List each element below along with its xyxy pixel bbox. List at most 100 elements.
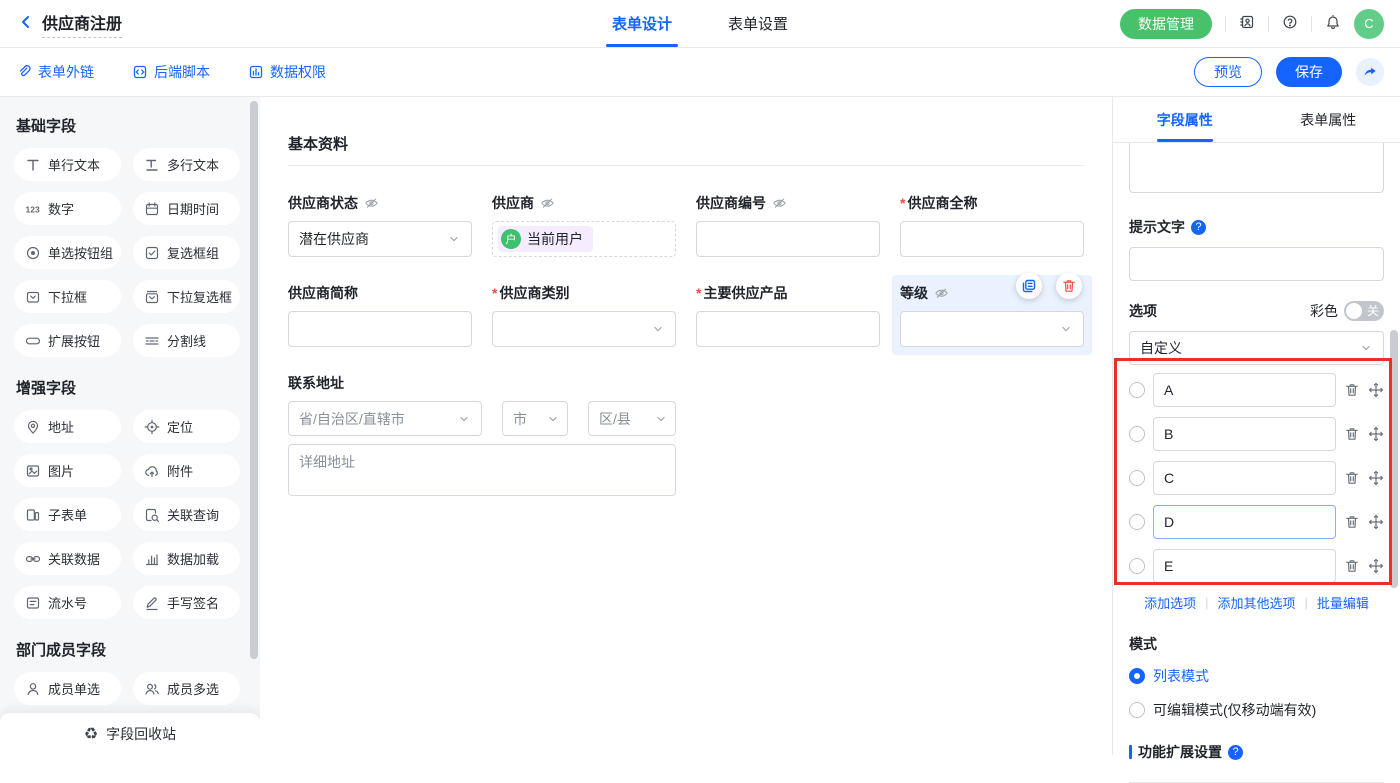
option-input[interactable]: C [1153, 461, 1336, 495]
field-input[interactable] [900, 221, 1084, 257]
color-toggle[interactable]: 关 [1344, 301, 1384, 321]
sidebar-item-location[interactable]: 定位 [133, 410, 240, 443]
tab-field-properties[interactable]: 字段属性 [1113, 97, 1257, 142]
tab-form-properties[interactable]: 表单属性 [1257, 97, 1400, 142]
sidebar-item-radio-group[interactable]: 单选按钮组 [14, 236, 121, 269]
move-option-handle[interactable] [1368, 514, 1384, 530]
move-option-handle[interactable] [1368, 470, 1384, 486]
tab-form-design[interactable]: 表单设计 [612, 0, 672, 47]
mode-option-list[interactable]: 列表模式 [1129, 666, 1384, 686]
sidebar-item-lookup[interactable]: 关联查询 [133, 498, 240, 531]
sidebar-item-number[interactable]: 123数字 [14, 192, 121, 225]
sidebar-item-attachment[interactable]: 附件 [133, 454, 240, 487]
option-input[interactable]: A [1153, 373, 1336, 407]
field-select[interactable] [900, 311, 1084, 347]
sidebar-item-date[interactable]: 日期时间 [133, 192, 240, 225]
option-input[interactable]: D [1153, 505, 1336, 539]
sidebar-item-linked-data[interactable]: 关联数据 [14, 542, 121, 575]
add-other-option-link[interactable]: 添加其他选项 [1217, 593, 1295, 612]
bell-icon[interactable] [1325, 14, 1341, 33]
canvas-field-7[interactable]: *主要供应产品 [696, 283, 880, 347]
city-select[interactable]: 市 [502, 401, 568, 436]
option-radio[interactable] [1129, 514, 1145, 530]
form-canvas[interactable]: 基本资料 供应商状态潜在供应商供应商户当前用户供应商编号*供应商全称供应商简称*… [260, 97, 1112, 755]
address-detail-textarea[interactable]: 详细地址 [288, 444, 676, 496]
district-select[interactable]: 区/县 [588, 401, 676, 436]
sidebar-item-image[interactable]: 图片 [14, 454, 121, 487]
move-option-handle[interactable] [1368, 426, 1384, 442]
backend-script-button[interactable]: 后端脚本 [132, 62, 210, 82]
delete-option-button[interactable] [1344, 426, 1360, 442]
sidebar-item-subform[interactable]: 子表单 [14, 498, 121, 531]
sidebar-scrollbar[interactable] [250, 101, 258, 659]
contacts-icon[interactable] [1239, 14, 1255, 33]
sidebar-item-member-multi[interactable]: 成员多选 [133, 672, 240, 705]
tab-form-settings[interactable]: 表单设置 [728, 0, 788, 47]
add-option-link[interactable]: 添加选项 [1144, 593, 1196, 612]
help-icon[interactable] [1282, 14, 1298, 33]
canvas-field-4[interactable]: *供应商全称 [900, 193, 1084, 257]
help-filled-icon[interactable]: ? [1191, 220, 1206, 235]
field-user-tagbox[interactable]: 户当前用户 [492, 221, 676, 257]
radio-checked-icon[interactable] [1129, 668, 1145, 684]
field-name-input[interactable] [1129, 143, 1384, 193]
sidebar-item-dropdown[interactable]: 下拉框 [14, 280, 121, 313]
canvas-field-1[interactable]: 供应商状态潜在供应商 [288, 193, 472, 257]
sidebar-item-signature[interactable]: 手写签名 [133, 586, 240, 619]
delete-field-button[interactable] [1056, 273, 1082, 299]
move-option-handle[interactable] [1368, 382, 1384, 398]
sidebar-item-address[interactable]: 地址 [14, 410, 121, 443]
field-select[interactable]: 潜在供应商 [288, 221, 472, 257]
move-option-handle[interactable] [1368, 558, 1384, 574]
field-input[interactable] [696, 221, 880, 257]
canvas-field-2[interactable]: 供应商户当前用户 [492, 193, 676, 257]
sidebar-item-text[interactable]: 单行文本 [14, 148, 121, 181]
field-select[interactable] [492, 311, 676, 347]
avatar[interactable]: C [1354, 9, 1384, 39]
option-radio[interactable] [1129, 558, 1145, 574]
sidebar-item-label: 成员单选 [48, 679, 100, 698]
canvas-field-5[interactable]: 供应商简称 [288, 283, 472, 347]
help-filled-icon[interactable]: ? [1228, 745, 1243, 760]
delete-option-button[interactable] [1344, 470, 1360, 486]
sidebar-item-textarea[interactable]: 多行文本 [133, 148, 240, 181]
canvas-field-3[interactable]: 供应商编号 [696, 193, 880, 257]
mode-option-editable[interactable]: 可编辑模式(仅移动端有效) [1129, 700, 1384, 720]
delete-option-button[interactable] [1344, 514, 1360, 530]
sidebar-item-data-load[interactable]: 数据加载 [133, 542, 240, 575]
option-source-select[interactable]: 自定义 [1129, 331, 1384, 365]
address-field[interactable]: 联系地址 省/自治区/直辖市 市 区/县 详细地址 [288, 373, 1112, 496]
sidebar-item-serial[interactable]: 流水号 [14, 586, 121, 619]
copy-field-button[interactable] [1016, 273, 1042, 299]
preview-button[interactable]: 预览 [1194, 57, 1262, 87]
share-button[interactable] [1356, 58, 1384, 86]
data-permission-button[interactable]: 数据权限 [248, 62, 326, 82]
hint-text-input[interactable] [1129, 247, 1384, 281]
option-radio[interactable] [1129, 382, 1145, 398]
panel-scrollbar[interactable] [1390, 330, 1398, 588]
data-manage-button[interactable]: 数据管理 [1120, 9, 1212, 39]
delete-option-button[interactable] [1344, 558, 1360, 574]
option-input[interactable]: E [1153, 549, 1336, 583]
save-button[interactable]: 保存 [1276, 57, 1342, 87]
sidebar-item-label: 数据加载 [167, 549, 219, 568]
sidebar-item-checkbox-group[interactable]: 复选框组 [133, 236, 240, 269]
sidebar-item-multi-dropdown[interactable]: 下拉复选框 [133, 280, 240, 313]
batch-edit-link[interactable]: 批量编辑 [1317, 593, 1369, 612]
field-recycle-button[interactable]: ♻ 字段回收站 [0, 713, 260, 755]
sidebar-item-divider[interactable]: 分割线 [133, 324, 240, 357]
sidebar-item-button[interactable]: 扩展按钮 [14, 324, 121, 357]
field-input[interactable] [288, 311, 472, 347]
delete-option-button[interactable] [1344, 382, 1360, 398]
province-select[interactable]: 省/自治区/直辖市 [288, 401, 482, 436]
option-input[interactable]: B [1153, 417, 1336, 451]
external-link-button[interactable]: 表单外链 [16, 62, 94, 82]
sidebar-section-title: 基础字段 [16, 115, 240, 136]
sidebar-item-member-single[interactable]: 成员单选 [14, 672, 121, 705]
radio-icon[interactable] [1129, 702, 1145, 718]
field-input[interactable] [696, 311, 880, 347]
option-radio[interactable] [1129, 470, 1145, 486]
canvas-field-8[interactable]: 等级 [900, 283, 1084, 347]
option-radio[interactable] [1129, 426, 1145, 442]
canvas-field-6[interactable]: *供应商类别 [492, 283, 676, 347]
